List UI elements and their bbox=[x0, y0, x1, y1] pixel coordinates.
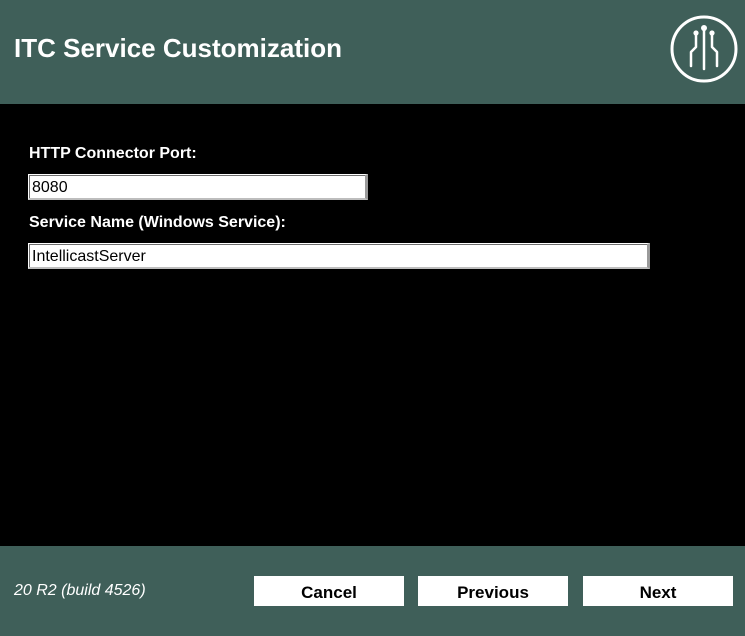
http-port-input[interactable] bbox=[28, 174, 368, 200]
circuit-logo-icon bbox=[670, 15, 738, 83]
cancel-button[interactable]: Cancel bbox=[254, 576, 404, 606]
service-name-label: Service Name (Windows Service): bbox=[29, 214, 286, 231]
http-port-label: HTTP Connector Port: bbox=[29, 145, 197, 162]
page-title: ITC Service Customization bbox=[14, 33, 342, 63]
header-bar: ITC Service Customization bbox=[0, 0, 745, 104]
version-label: 20 R2 (build 4526) bbox=[14, 582, 146, 599]
service-name-input[interactable] bbox=[28, 243, 650, 269]
footer-bar: 20 R2 (build 4526) Cancel Previous Next bbox=[0, 546, 745, 636]
next-button[interactable]: Next bbox=[583, 576, 733, 606]
form-panel: HTTP Connector Port: Service Name (Windo… bbox=[0, 104, 745, 546]
previous-button[interactable]: Previous bbox=[418, 576, 568, 606]
